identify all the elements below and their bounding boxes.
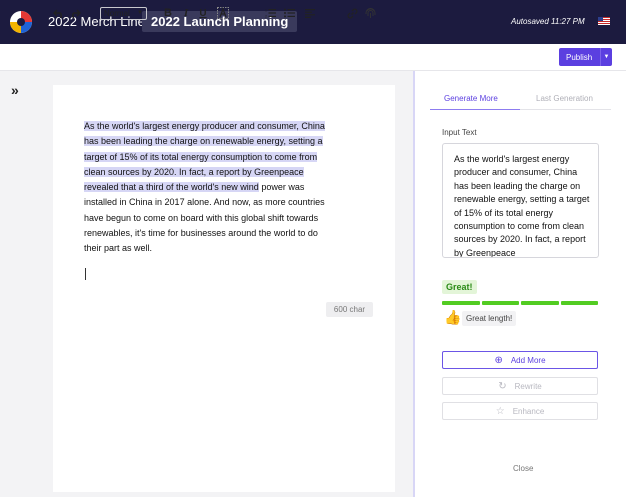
enhance-button[interactable]: ☆ Enhance [442, 402, 598, 420]
autosave-status: Autosaved 11:27 PM [511, 17, 585, 26]
us-flag-icon[interactable] [598, 17, 610, 25]
rewrite-button[interactable]: ↻ Rewrite [442, 377, 598, 395]
input-text-field[interactable]: As the world's largest energy producer a… [442, 143, 599, 258]
chevron-down-icon[interactable]: ▼ [600, 48, 612, 66]
thumbs-up-icon: 👍 [444, 309, 462, 325]
add-more-button[interactable]: ⊕ Add More [442, 351, 598, 369]
publish-button[interactable]: Publish ▼ [559, 48, 612, 66]
text-style-select[interactable]: Normal ▼ [100, 7, 147, 20]
bullet-list-icon[interactable] [283, 5, 295, 21]
tab-divider [520, 109, 611, 110]
plus-circle-icon: ⊕ [494, 354, 503, 366]
input-text-value: As the world's largest energy producer a… [454, 154, 590, 258]
rewrite-label: Rewrite [514, 381, 542, 391]
italic-button[interactable]: I [181, 5, 191, 21]
tab-last-generation[interactable]: Last Generation [536, 94, 593, 103]
text-highlight-icon[interactable] [216, 5, 229, 21]
refresh-icon: ↻ [498, 380, 507, 392]
star-icon: ☆ [495, 405, 505, 417]
link-icon[interactable] [346, 5, 358, 21]
left-rail [0, 71, 35, 497]
enhance-label: Enhance [512, 406, 545, 416]
add-more-label: Add More [510, 355, 546, 365]
body-text[interactable]: power was installed in China in 2017 alo… [84, 182, 325, 253]
text-style-value: Normal [104, 9, 130, 18]
quality-meter [442, 301, 598, 305]
active-tab-indicator [430, 109, 520, 110]
chevron-down-icon: ▼ [137, 10, 143, 16]
meter-segment [442, 301, 480, 305]
numbered-list-icon[interactable]: 12 [264, 5, 276, 21]
undo-icon[interactable] [52, 5, 64, 21]
fingerprint-icon[interactable] [364, 5, 377, 21]
expand-sidebar-icon[interactable]: » [11, 82, 19, 98]
publish-label: Publish [566, 52, 593, 62]
meter-segment [521, 301, 559, 305]
input-text-label: Input Text [442, 128, 477, 137]
svg-text:1: 1 [265, 9, 267, 13]
app-logo-icon [10, 11, 32, 33]
bold-button[interactable]: B [163, 5, 173, 21]
tab-generate-more[interactable]: Generate More [444, 94, 498, 103]
meter-segment [481, 301, 519, 305]
svg-text:2: 2 [265, 15, 267, 19]
meter-segment [560, 301, 598, 305]
editor-toolbar [0, 44, 626, 71]
feedback-text: Great length! [462, 311, 517, 326]
close-button[interactable]: Close [513, 464, 533, 473]
align-left-icon[interactable] [304, 5, 316, 21]
score-badge: Great! [442, 280, 477, 294]
text-cursor [85, 268, 86, 280]
redo-icon[interactable] [69, 5, 81, 21]
document-body[interactable]: As the world's largest energy producer a… [84, 119, 332, 257]
underline-button[interactable]: U [198, 5, 208, 21]
character-count-badge: 600 char [326, 302, 373, 317]
